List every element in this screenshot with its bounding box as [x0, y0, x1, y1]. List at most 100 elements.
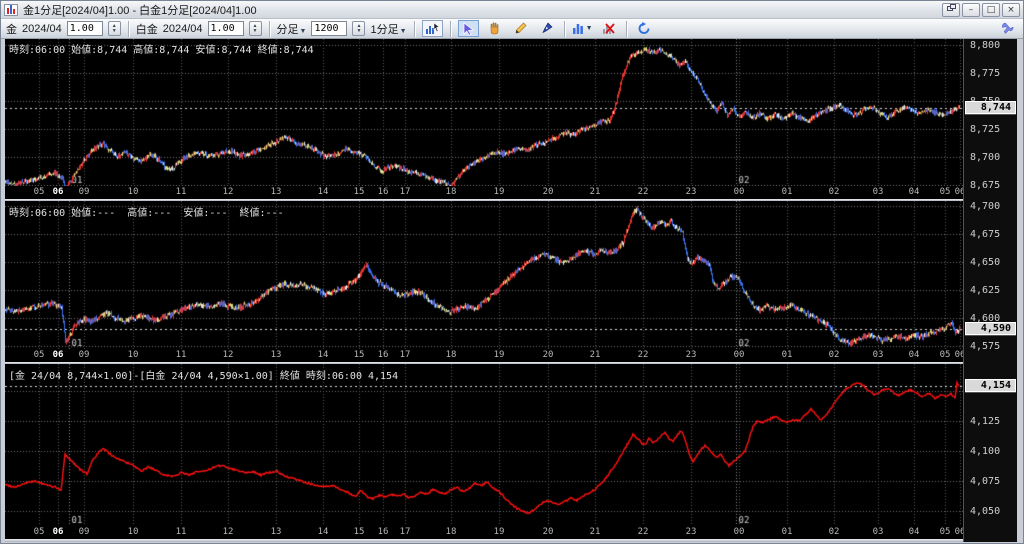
refresh-icon — [638, 22, 650, 34]
maximize-button[interactable]: □ — [982, 2, 1000, 17]
x-axis-label: 22 — [637, 350, 649, 360]
platinum-candles-plot[interactable] — [5, 201, 963, 349]
bar-count-input[interactable]: 1200 — [311, 21, 348, 36]
x-axis-label: 09 — [78, 187, 90, 197]
hand-icon — [490, 22, 498, 35]
chart-select-button[interactable] — [421, 20, 443, 37]
chart-type-button[interactable]: ▼ — [572, 20, 593, 37]
x-axis-label: 19 — [493, 187, 505, 197]
x-axis-label: 02 — [828, 350, 840, 360]
current-price-badge: 4,154 — [965, 379, 1016, 393]
x-axis-label: 15 — [353, 187, 365, 197]
bar-count-spinner[interactable]: ▲ ▼ — [352, 21, 366, 36]
x-axis-label: 17 — [399, 350, 411, 360]
price-axis-column[interactable]: 8,8008,7758,7508,7258,7008,6758,7444,700… — [963, 39, 1017, 542]
x-axis-label: 20 — [542, 527, 554, 537]
x-axis-label: 12 — [222, 527, 234, 537]
x-axis-label: 04 — [908, 187, 920, 197]
clear-chart-icon — [602, 23, 615, 34]
bar-type-combo[interactable]: 分足▼ — [277, 21, 307, 37]
platinum-month-label: 2024/04 — [162, 22, 203, 35]
toolbar-separator — [625, 20, 627, 37]
x-axis-label: 21 — [589, 350, 601, 360]
gold-month-label: 2024/04 — [22, 22, 62, 35]
gold-multiplier-spinner[interactable]: ▲ ▼ — [107, 21, 121, 36]
platinum-label: 白金 — [135, 23, 158, 36]
x-axis-label: 13 — [270, 350, 282, 360]
refresh-button[interactable] — [634, 20, 655, 37]
x-axis-label: 17 — [399, 187, 411, 197]
x-axis-label: 03 — [872, 527, 884, 537]
minimize-button[interactable]: – — [962, 2, 980, 17]
x-axis-label: 20 — [542, 187, 554, 197]
x-axis-label: 15 — [353, 350, 365, 360]
settings-button[interactable] — [997, 20, 1018, 37]
toolbar-separator — [127, 20, 129, 37]
x-axis-label: 12 — [222, 187, 234, 197]
platinum-multiplier-spinner[interactable]: ▲ ▼ — [248, 21, 262, 36]
y-axis-label: 4,575 — [970, 341, 1001, 352]
x-axis-label: 02 — [828, 187, 840, 197]
x-axis-label: 09 — [78, 527, 90, 537]
x-axis-label: 17 — [399, 527, 411, 537]
platinum-x-axis: 05 06 09 10 11 12 13 14 15 16 17 18 19 20 21 22 23 00 01 02… — [5, 349, 963, 362]
x-axis-label: 04 — [908, 350, 920, 360]
x-axis-label: 13 — [270, 187, 282, 197]
x-axis-label: 22 — [637, 187, 649, 197]
cascade-button[interactable] — [942, 2, 960, 17]
spread-line-plot[interactable] — [5, 364, 963, 526]
toolbar-separator — [449, 20, 451, 37]
x-axis-label: 23 — [685, 350, 697, 360]
pointer-tool-button[interactable] — [457, 20, 479, 37]
x-axis-label: 00 — [733, 187, 745, 197]
gold-candles-plot[interactable] — [5, 39, 963, 186]
toolbar-separator — [268, 20, 270, 37]
bar-chart-icon — [572, 24, 583, 34]
toolbar: 金 2024/04 1.00 ▲ ▼ 白金 2024/04 1.00 ▲ ▼ 分足▼… — [1, 19, 1023, 39]
x-axis-label: 22 — [637, 527, 649, 537]
x-axis-label: 14 — [317, 187, 329, 197]
chart-area: 時刻:06:00 始値:8,744 高値:8,744 安値:8,744 終値:8… — [5, 39, 1017, 542]
x-axis-label: 19 — [493, 350, 505, 360]
x-axis-label: 06 — [52, 187, 64, 197]
x-axis-label: 06 — [954, 187, 963, 197]
x-axis-label: 06 — [52, 527, 64, 537]
x-axis-label: 06 — [954, 527, 963, 537]
x-axis-label: 16 — [377, 187, 389, 197]
gold-label: 金 — [6, 23, 17, 36]
chevron-down-icon: ▼ — [585, 25, 593, 32]
x-axis-label: 03 — [872, 350, 884, 360]
x-axis-label: 20 — [542, 350, 554, 360]
x-axis-label: 01 — [781, 350, 793, 360]
y-axis-label: 8,775 — [970, 68, 1001, 79]
x-axis-label: 01 — [781, 527, 793, 537]
y-axis-label: 4,075 — [970, 476, 1001, 487]
pan-tool-button[interactable] — [484, 20, 505, 37]
draw-tool-button[interactable] — [510, 20, 531, 37]
platinum-multiplier-input[interactable]: 1.00 — [207, 21, 244, 36]
x-axis-label: 09 — [78, 350, 90, 360]
close-button[interactable]: × — [1002, 2, 1020, 17]
interval-combo[interactable]: 1分足▼ — [370, 21, 406, 37]
x-axis-label: 14 — [317, 350, 329, 360]
x-axis-label: 19 — [493, 527, 505, 537]
y-axis-label: 4,625 — [970, 285, 1001, 296]
chart-window: 金1分足[2024/04]1.00 - 白金1分足[2024/04]1.00 –… — [0, 0, 1024, 544]
x-axis-label: 06 — [954, 350, 963, 360]
toolbar-separator — [563, 20, 565, 37]
y-axis-label: 8,675 — [970, 180, 1001, 191]
y-axis-label: 8,800 — [970, 40, 1001, 51]
gold-multiplier-input[interactable]: 1.00 — [66, 21, 103, 36]
y-axis-label: 4,125 — [970, 416, 1001, 427]
x-axis-label: 15 — [353, 527, 365, 537]
clear-chart-button[interactable] — [598, 20, 619, 37]
y-axis-label: 4,050 — [970, 506, 1001, 517]
platinum-ohlc-readout: 時刻:06:00 始値:--- 高値:--- 安値:--- 終値:--- — [9, 208, 284, 219]
wrench-icon — [1002, 22, 1014, 34]
current-price-badge: 8,744 — [965, 100, 1016, 114]
y-axis-label: 8,700 — [970, 152, 1001, 163]
y-axis-label: 8,725 — [970, 124, 1001, 135]
app-icon — [4, 3, 18, 16]
annotate-tool-button[interactable] — [536, 20, 557, 37]
x-axis-label: 12 — [222, 350, 234, 360]
